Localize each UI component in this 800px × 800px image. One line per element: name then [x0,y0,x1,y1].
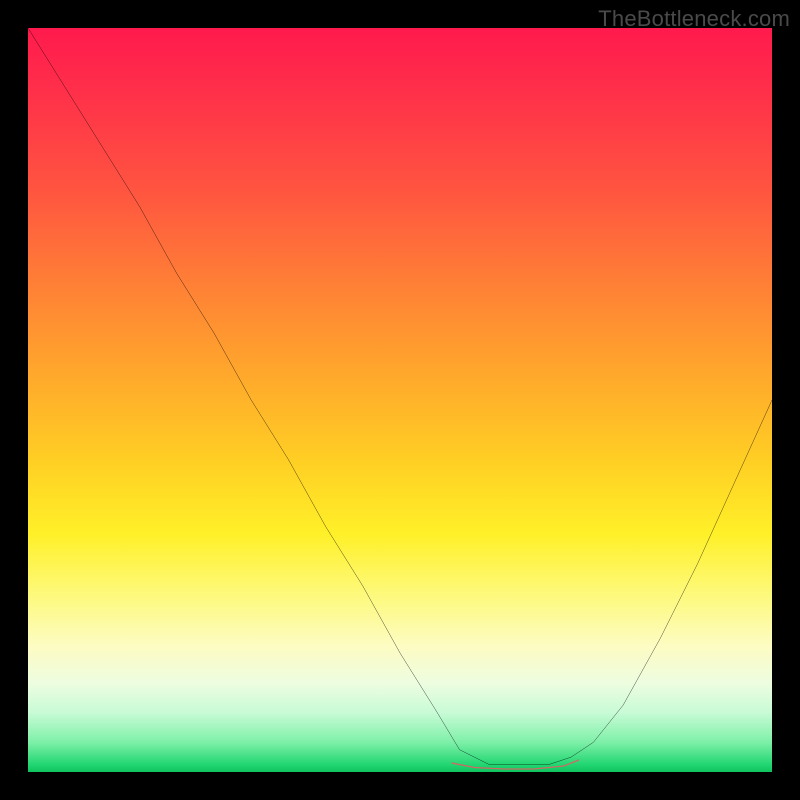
watermark-text: TheBottleneck.com [598,6,790,32]
plot-area [28,28,772,772]
bottleneck-curve [28,28,772,765]
curve-layer [28,28,772,772]
chart-frame: TheBottleneck.com [0,0,800,800]
